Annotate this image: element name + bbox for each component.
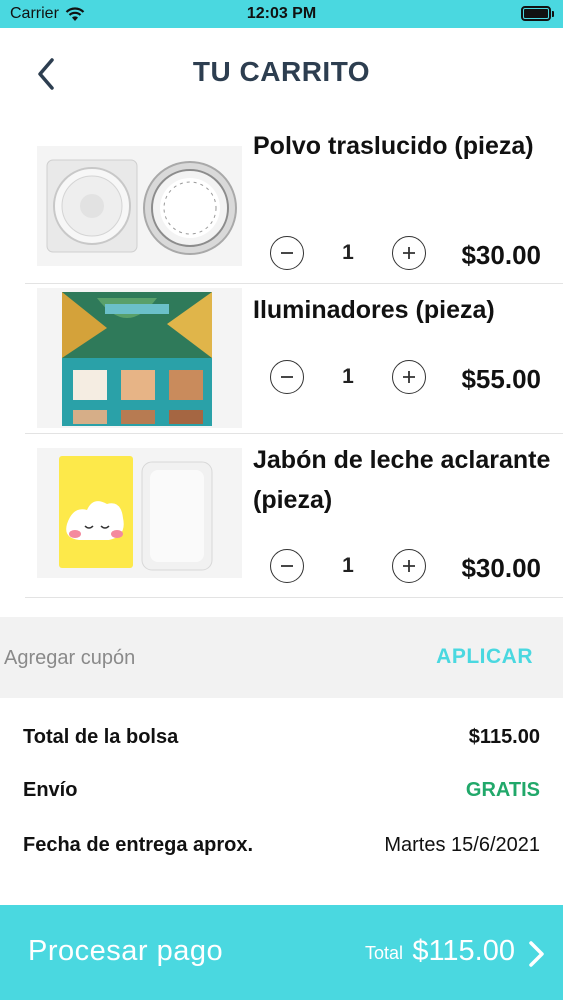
increase-quantity-button[interactable]	[392, 549, 426, 583]
chevron-right-icon	[529, 941, 544, 967]
plus-icon	[403, 247, 415, 259]
checkout-button[interactable]: Procesar pago Total $115.00	[0, 905, 563, 1000]
quantity-value: 1	[342, 241, 354, 264]
minus-icon	[281, 565, 293, 567]
minus-icon	[281, 376, 293, 378]
quantity-value: 1	[342, 365, 354, 388]
item-price: $30.00	[461, 553, 541, 583]
decrease-quantity-button[interactable]	[270, 236, 304, 270]
quantity-stepper: 1	[270, 360, 426, 394]
decrease-quantity-button[interactable]	[270, 549, 304, 583]
checkout-total-value: $115.00	[412, 935, 515, 967]
checkout-label: Procesar pago	[28, 935, 224, 967]
product-image	[37, 146, 242, 266]
product-image	[37, 448, 242, 578]
bag-total-row: Total de la bolsa $115.00	[23, 722, 540, 752]
item-name: Jabón de leche aclarante (pieza)	[253, 446, 551, 514]
checkout-total-label: Total	[364, 943, 403, 963]
cart-item: Jabón de leche aclarante (pieza) 1 $30.0…	[25, 434, 563, 598]
minus-icon	[281, 252, 293, 254]
cart-item: Polvo traslucido (pieza) 1 $30.00	[25, 118, 563, 284]
apply-coupon-button[interactable]: APLICAR	[436, 645, 533, 669]
product-image	[37, 288, 242, 428]
item-name: Polvo traslucido (pieza)	[253, 132, 534, 160]
increase-quantity-button[interactable]	[392, 360, 426, 394]
delivery-label: Fecha de entrega aprox.	[23, 833, 254, 856]
status-bar: Carrier 12:03 PM	[0, 0, 563, 28]
decrease-quantity-button[interactable]	[270, 360, 304, 394]
quantity-value: 1	[342, 554, 354, 577]
header: TU CARRITO	[0, 28, 563, 118]
item-price: $30.00	[461, 240, 541, 270]
increase-quantity-button[interactable]	[392, 236, 426, 270]
cart-item: Iluminadores (pieza) 1 $55.00	[25, 284, 563, 434]
shipping-row: Envío GRATIS	[23, 775, 540, 805]
coupon-section: APLICAR	[0, 617, 563, 698]
bag-total-label: Total de la bolsa	[23, 725, 179, 748]
bag-total-value: $115.00	[468, 725, 540, 748]
shipping-value: GRATIS	[465, 778, 540, 801]
plus-icon	[403, 560, 415, 572]
delivery-value: Martes 15/6/2021	[384, 833, 540, 856]
quantity-stepper: 1	[270, 236, 426, 270]
quantity-stepper: 1	[270, 549, 426, 583]
clock: 12:03 PM	[246, 5, 317, 22]
battery-icon	[521, 6, 554, 21]
shipping-label: Envío	[23, 778, 78, 801]
coupon-input[interactable]	[4, 639, 334, 677]
item-name: Iluminadores (pieza)	[253, 296, 495, 324]
plus-icon	[403, 371, 415, 383]
delivery-row: Fecha de entrega aprox. Martes 15/6/2021	[23, 830, 540, 860]
page-title: TU CARRITO	[192, 56, 371, 87]
item-price: $55.00	[461, 364, 541, 394]
